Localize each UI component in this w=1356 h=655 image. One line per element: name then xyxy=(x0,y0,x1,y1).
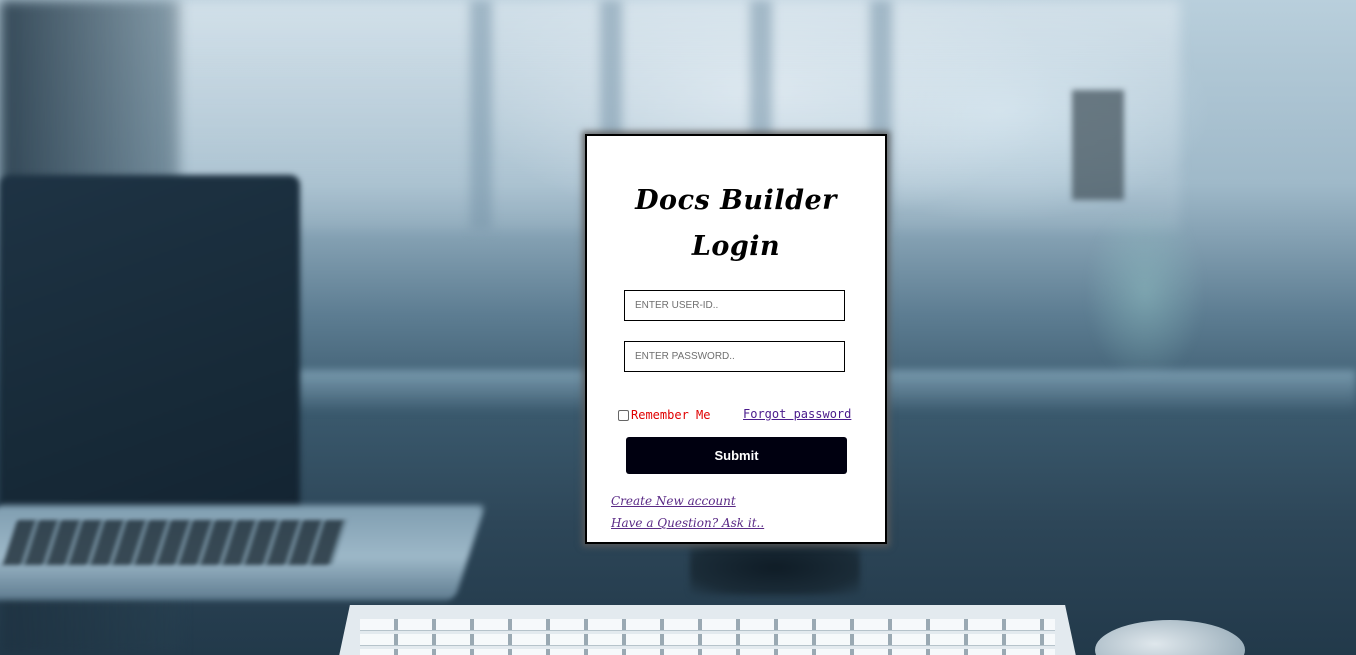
background-monitor-stand xyxy=(690,540,860,595)
keyboard-row xyxy=(360,649,1055,655)
remember-me-checkbox[interactable] xyxy=(618,409,629,421)
background-mouse xyxy=(1095,620,1245,655)
page-title: Docs Builder Login xyxy=(587,178,885,270)
password-input[interactable] xyxy=(624,341,845,372)
remember-me[interactable]: Remember Me xyxy=(618,408,710,422)
login-card: Docs Builder Login Remember Me Forgot pa… xyxy=(585,134,887,544)
background-glass xyxy=(1085,215,1205,385)
background-keyboard xyxy=(335,605,1080,655)
userid-input[interactable] xyxy=(624,290,845,321)
remember-me-label[interactable]: Remember Me xyxy=(631,408,710,422)
create-account-link[interactable]: Create New account xyxy=(611,494,736,508)
keyboard-row xyxy=(360,634,1055,646)
title-app-name: Docs Builder xyxy=(635,185,837,216)
background-laptop-screen xyxy=(0,175,300,535)
background-laptop-keys xyxy=(2,520,348,565)
forgot-password-link[interactable]: Forgot password xyxy=(743,407,851,421)
ask-question-link[interactable]: Have a Question? Ask it.. xyxy=(611,516,764,530)
background-window-post xyxy=(470,0,492,230)
title-login: Login xyxy=(691,231,781,262)
background-bottle xyxy=(1072,90,1124,200)
submit-button[interactable]: Submit xyxy=(626,437,847,474)
keyboard-row xyxy=(360,619,1055,631)
